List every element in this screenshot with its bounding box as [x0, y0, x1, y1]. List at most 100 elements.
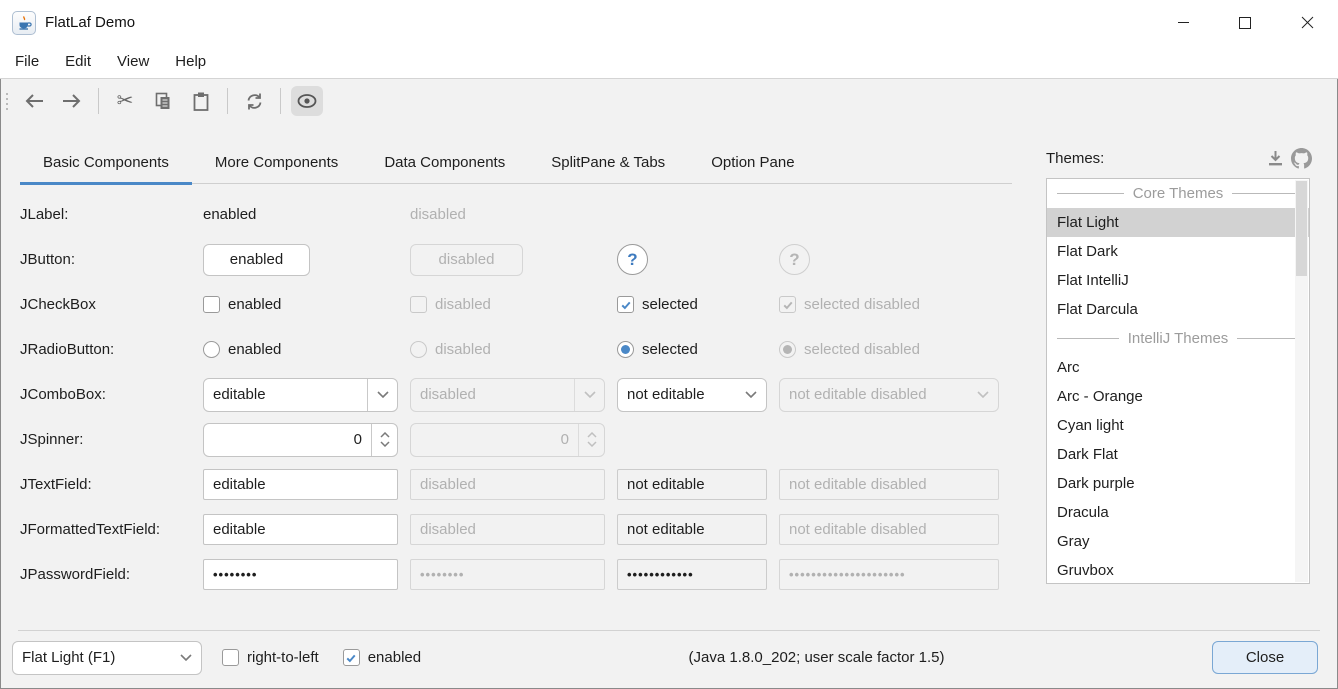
bottombar: Flat Light (F1) right-to-left enabled (J…: [0, 635, 1338, 680]
help-button[interactable]: ?: [617, 244, 648, 275]
chevron-down-icon[interactable]: [367, 379, 397, 411]
checkbox-selected[interactable]: selected: [617, 296, 767, 313]
theme-item[interactable]: Dark Flat: [1047, 440, 1309, 469]
minimize-button[interactable]: [1152, 0, 1214, 45]
enabled-checkbox[interactable]: enabled: [343, 649, 421, 666]
tab-option-pane[interactable]: Option Pane: [688, 141, 817, 183]
download-icon: [1267, 150, 1284, 167]
checkbox-unchecked-icon: [222, 649, 239, 666]
jspinner-row-label: JSpinner:: [20, 431, 191, 448]
passwordfield-not-editable-disabled: •••••••••••••••••••••: [779, 559, 999, 590]
refresh-button[interactable]: [238, 86, 270, 116]
radio-disabled: disabled: [410, 341, 605, 358]
spinner[interactable]: 0: [203, 423, 398, 457]
lookandfeel-combobox[interactable]: Flat Light (F1): [12, 641, 202, 675]
radio-selected[interactable]: selected: [617, 341, 767, 358]
jbutton-row-label: JButton:: [20, 251, 191, 268]
list-separator: Core Themes: [1047, 179, 1309, 208]
paste-icon: [193, 92, 209, 111]
back-button[interactable]: [18, 86, 50, 116]
formattedfield-editable[interactable]: editable: [203, 514, 398, 545]
close-button[interactable]: Close: [1212, 641, 1318, 674]
jcheckbox-row-label: JCheckBox: [20, 296, 191, 313]
tab-more-components[interactable]: More Components: [192, 141, 361, 183]
github-icon: [1291, 148, 1312, 169]
theme-item[interactable]: Dracula: [1047, 498, 1309, 527]
copy-icon: [154, 92, 172, 110]
textfield-editable[interactable]: editable: [203, 469, 398, 500]
checkbox-unchecked-icon: [203, 296, 220, 313]
paste-button[interactable]: [185, 86, 217, 116]
checkbox-checked-icon: [617, 296, 634, 313]
themes-title: Themes:: [1046, 150, 1104, 167]
checkbox-enabled[interactable]: enabled: [203, 296, 398, 313]
github-button[interactable]: [1288, 145, 1314, 171]
window-title: FlatLaf Demo: [45, 14, 135, 31]
copy-button[interactable]: [147, 86, 179, 116]
chevron-down-icon: [171, 642, 201, 674]
show-toggle-button[interactable]: [291, 86, 323, 116]
combobox-not-editable[interactable]: not editable: [617, 378, 767, 412]
list-separator: IntelliJ Themes: [1047, 324, 1309, 353]
theme-item[interactable]: Flat Darcula: [1047, 295, 1309, 324]
checkbox-disabled: disabled: [410, 296, 605, 313]
passwordfield-editable[interactable]: ••••••••: [203, 559, 398, 590]
theme-item[interactable]: Gruvbox: [1047, 556, 1309, 584]
menu-view[interactable]: View: [104, 45, 162, 78]
spinner-arrows[interactable]: [371, 424, 397, 456]
tabbed-pane: Basic Components More Components Data Co…: [20, 141, 1012, 184]
menu-file[interactable]: File: [2, 45, 52, 78]
theme-item[interactable]: Gray: [1047, 527, 1309, 556]
close-window-button[interactable]: [1276, 0, 1338, 45]
scrollbar-thumb[interactable]: [1296, 181, 1307, 276]
jradiobutton-row-label: JRadioButton:: [20, 341, 191, 358]
tab-splitpane-tabs[interactable]: SplitPane & Tabs: [528, 141, 688, 183]
toolbar-separator: [98, 88, 99, 114]
jtextfield-row-label: JTextField:: [20, 476, 191, 493]
menu-help[interactable]: Help: [162, 45, 219, 78]
theme-item[interactable]: Flat Light: [1047, 208, 1309, 237]
tab-data-components[interactable]: Data Components: [361, 141, 528, 183]
theme-item[interactable]: Dark purple: [1047, 469, 1309, 498]
java-app-icon: [12, 11, 36, 35]
checkbox-checked-icon: [343, 649, 360, 666]
textfield-disabled: disabled: [410, 469, 605, 500]
chevron-down-icon: [380, 441, 390, 447]
chevron-down-icon: [968, 379, 998, 411]
passwordfield-not-editable: ••••••••••••: [617, 559, 767, 590]
tab-basic-components[interactable]: Basic Components: [20, 141, 192, 183]
toolbar-grip[interactable]: [6, 93, 8, 110]
cut-button[interactable]: ✂: [109, 86, 141, 116]
chevron-up-icon: [587, 432, 597, 438]
menubar: File Edit View Help: [0, 45, 1338, 79]
checkbox-selected-disabled: selected disabled: [779, 296, 999, 313]
scrollbar-track[interactable]: [1295, 180, 1308, 582]
maximize-button[interactable]: [1214, 0, 1276, 45]
spinner-arrows: [578, 424, 604, 456]
theme-item[interactable]: Flat Dark: [1047, 237, 1309, 266]
formattedfield-not-editable: not editable: [617, 514, 767, 545]
forward-button[interactable]: [56, 86, 88, 116]
close-icon: [1301, 16, 1314, 29]
theme-item[interactable]: Arc - Orange: [1047, 382, 1309, 411]
refresh-icon: [245, 92, 264, 111]
toolbar-separator: [227, 88, 228, 114]
theme-item[interactable]: Arc: [1047, 353, 1309, 382]
radio-enabled[interactable]: enabled: [203, 341, 398, 358]
jbutton-enabled[interactable]: enabled: [203, 244, 310, 276]
download-button[interactable]: [1262, 145, 1288, 171]
checkbox-checked-icon: [779, 296, 796, 313]
chevron-down-icon[interactable]: [736, 379, 766, 411]
themes-list: Core Themes Flat Light Flat Dark Flat In…: [1046, 178, 1310, 584]
textfield-not-editable-disabled: not editable disabled: [779, 469, 999, 500]
jlabel-enabled: enabled: [203, 206, 398, 223]
app-window: FlatLaf Demo File Edit View Help: [0, 0, 1338, 689]
theme-item[interactable]: Cyan light: [1047, 411, 1309, 440]
formattedfield-disabled: disabled: [410, 514, 605, 545]
jbutton-disabled: disabled: [410, 244, 523, 276]
combobox-editable[interactable]: editable: [203, 378, 398, 412]
minimize-icon: [1177, 16, 1190, 29]
right-to-left-checkbox[interactable]: right-to-left: [222, 649, 319, 666]
theme-item[interactable]: Flat IntelliJ: [1047, 266, 1309, 295]
menu-edit[interactable]: Edit: [52, 45, 104, 78]
